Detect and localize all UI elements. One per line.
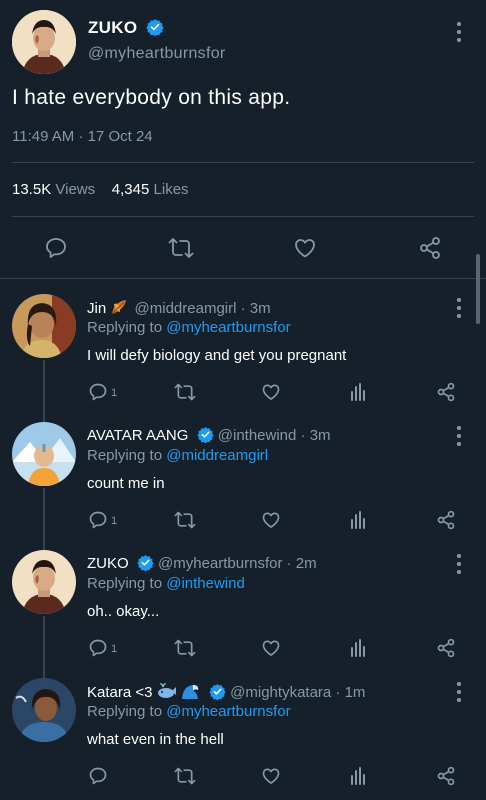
share-icon[interactable]	[418, 236, 442, 260]
replying-to-link[interactable]: @middreamgirl	[166, 447, 268, 464]
analytics-icon[interactable]	[350, 511, 366, 529]
reply-header: Jin @middreamgirl · 3m	[87, 298, 271, 317]
reply-tweet[interactable]: Jin @middreamgirl · 3m Replying to @myhe…	[0, 294, 486, 414]
reply-handle-time[interactable]: @inthewind · 3m	[218, 427, 331, 444]
reply-text: I will defy biology and get you pregnant	[87, 347, 347, 364]
replying-to: Replying to @middreamgirl	[87, 447, 268, 464]
share-icon[interactable]	[436, 382, 456, 402]
reply-count: 1	[111, 515, 118, 527]
whale-emoji	[157, 683, 176, 698]
tweet-action-bar	[0, 236, 486, 260]
like-icon[interactable]	[261, 382, 281, 402]
reply-icon[interactable]	[88, 510, 108, 530]
more-options-icon[interactable]	[456, 682, 462, 702]
reply-handle-time[interactable]: @myheartburnsfor · 2m	[158, 555, 317, 572]
reply-tweet[interactable]: Katara <3 @mightykatara · 1m Replying to…	[0, 678, 486, 798]
reply-action-bar: 1	[0, 638, 486, 658]
replying-to: Replying to @myheartburnsfor	[87, 319, 291, 336]
author-handle[interactable]: @myheartburnsfor	[88, 45, 226, 63]
reply-icon[interactable]	[88, 638, 108, 658]
reply-text: oh.. okay...	[87, 603, 160, 620]
reply-author-name[interactable]: AVATAR AANG	[87, 427, 188, 444]
replying-to-prefix: Replying to	[87, 319, 163, 336]
reply-icon[interactable]	[88, 382, 108, 402]
reply-header: ZUKO @myheartburnsfor · 2m	[87, 554, 317, 572]
replying-to: Replying to @inthewind	[87, 575, 245, 592]
fallen-leaf-emoji	[112, 300, 127, 315]
reply-action-bar: 1	[0, 382, 486, 402]
share-icon[interactable]	[436, 638, 456, 658]
wave-emoji	[181, 685, 198, 699]
replying-to-prefix: Replying to	[87, 575, 163, 592]
reply-action-bar	[0, 766, 486, 786]
reply-text: what even in the hell	[87, 731, 224, 748]
more-options-icon[interactable]	[456, 426, 462, 446]
divider	[12, 216, 474, 217]
reply-tweet[interactable]: AVATAR AANG @inthewind · 3m Replying to …	[0, 422, 486, 542]
reply-icon[interactable]	[88, 766, 108, 786]
reply-icon[interactable]	[44, 236, 68, 260]
reply-author-name[interactable]: ZUKO	[87, 555, 129, 572]
verified-badge-icon	[146, 19, 165, 36]
reply-author-name[interactable]: Jin	[87, 300, 106, 317]
replying-to: Replying to @myheartburnsfor	[87, 703, 291, 720]
like-icon[interactable]	[261, 638, 281, 658]
share-icon[interactable]	[436, 766, 456, 786]
analytics-icon[interactable]	[350, 767, 366, 785]
likes-count[interactable]: 4,345	[112, 181, 150, 198]
reply-tweet[interactable]: ZUKO @myheartburnsfor · 2m Replying to @…	[0, 550, 486, 670]
retweet-icon[interactable]	[174, 638, 196, 658]
like-icon[interactable]	[293, 236, 317, 260]
avatar[interactable]	[12, 550, 76, 614]
avatar[interactable]	[12, 422, 76, 486]
reply-count: 1	[111, 387, 118, 399]
reply-action-bar: 1	[0, 510, 486, 530]
divider	[12, 162, 474, 163]
likes-label[interactable]: Likes	[154, 181, 189, 198]
avatar[interactable]	[12, 294, 76, 358]
author-name[interactable]: ZUKO	[88, 18, 165, 38]
tweet-text: I hate everybody on this app.	[12, 86, 291, 109]
reply-header: Katara <3 @mightykatara · 1m	[87, 682, 365, 701]
reply-header: AVATAR AANG @inthewind · 3m	[87, 426, 331, 444]
tweet-stats: 13.5K Views 4,345 Likes	[12, 181, 189, 198]
verified-badge-icon	[209, 684, 226, 700]
retweet-icon[interactable]	[174, 510, 196, 530]
more-options-icon[interactable]	[456, 22, 462, 42]
replying-to-prefix: Replying to	[87, 447, 163, 464]
author-avatar[interactable]	[12, 10, 76, 74]
reply-count: 1	[111, 643, 118, 655]
tweet-timestamp[interactable]: 11:49 AM · 17 Oct 24	[12, 128, 153, 145]
views-label: Views	[55, 181, 96, 198]
reply-author-name[interactable]: Katara <3	[87, 684, 152, 701]
reply-text: count me in	[87, 475, 165, 492]
replying-to-link[interactable]: @myheartburnsfor	[166, 703, 290, 720]
divider	[0, 278, 486, 279]
retweet-icon[interactable]	[168, 236, 194, 260]
like-icon[interactable]	[261, 510, 281, 530]
verified-badge-icon	[196, 427, 214, 443]
replying-to-link[interactable]: @myheartburnsfor	[166, 319, 290, 336]
main-tweet: ZUKO @myheartburnsfor I hate everybody o…	[0, 0, 486, 278]
retweet-icon[interactable]	[174, 766, 196, 786]
reply-handle-time[interactable]: @middreamgirl · 3m	[135, 300, 271, 317]
verified-badge-icon	[137, 555, 154, 571]
retweet-icon[interactable]	[174, 382, 196, 402]
like-icon[interactable]	[261, 766, 281, 786]
reply-handle-time[interactable]: @mightykatara · 1m	[230, 684, 365, 701]
replying-to-prefix: Replying to	[87, 703, 163, 720]
more-options-icon[interactable]	[456, 298, 462, 318]
avatar[interactable]	[12, 678, 76, 742]
views-count: 13.5K	[12, 181, 52, 198]
share-icon[interactable]	[436, 510, 456, 530]
analytics-icon[interactable]	[350, 639, 366, 657]
author-name-text: ZUKO	[88, 18, 138, 37]
analytics-icon[interactable]	[350, 383, 366, 401]
more-options-icon[interactable]	[456, 554, 462, 574]
replying-to-link[interactable]: @inthewind	[166, 575, 245, 592]
